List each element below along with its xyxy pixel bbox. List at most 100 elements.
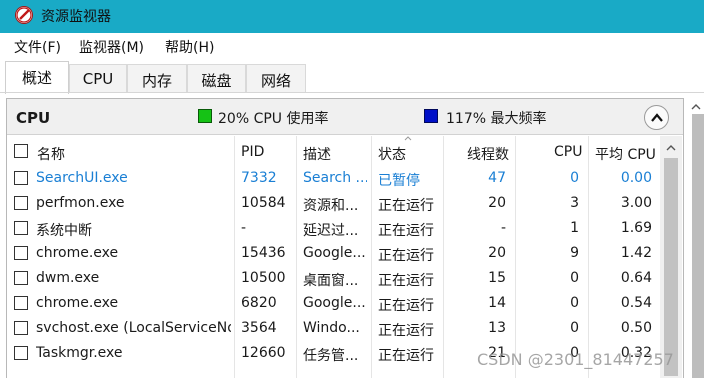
menu-help[interactable]: 帮助(H)	[165, 37, 214, 57]
table-scroll-thumb[interactable]	[664, 158, 678, 376]
column-status[interactable]: 状态	[378, 144, 406, 164]
row-checkbox[interactable]	[14, 246, 28, 260]
column-pid[interactable]: PID	[241, 144, 264, 160]
cpu-usage-text: 20% CPU 使用率	[218, 111, 329, 127]
row-checkbox[interactable]	[14, 271, 28, 285]
menu-bar: 文件(F) 监视器(M) 帮助(H)	[0, 33, 704, 60]
process-cpu: 3	[570, 195, 579, 211]
process-description: Google...	[303, 295, 366, 311]
process-pid: 7332	[241, 170, 277, 186]
process-description: 桌面窗...	[303, 273, 359, 289]
process-average-cpu: 1.42	[620, 245, 652, 261]
process-table: SearchUI.exe 7332 Search ... 已暂停 47 0 0.…	[7, 166, 659, 378]
process-cpu: 0	[570, 270, 579, 286]
table-row[interactable]: chrome.exe 6820 Google... 正在运行 14 0 0.54	[7, 291, 659, 316]
resource-monitor-icon	[15, 6, 33, 24]
process-name: chrome.exe	[36, 245, 119, 261]
scroll-up-arrow-icon	[691, 104, 701, 110]
max-frequency-legend-swatch	[424, 109, 438, 123]
tab-disk[interactable]: 磁盘	[187, 64, 246, 92]
scroll-up-arrow-icon	[666, 145, 676, 151]
tab-cpu-label: CPU	[82, 70, 114, 88]
process-average-cpu: 0.00	[620, 170, 652, 186]
process-pid: 15436	[241, 245, 286, 261]
window-scroll-thumb[interactable]	[692, 114, 704, 378]
table-row[interactable]: 系统中断 - 延迟过... 正在运行 - 1 1.69	[7, 216, 659, 241]
row-checkbox[interactable]	[14, 171, 28, 185]
process-pid: 6820	[241, 295, 277, 311]
process-average-cpu: 3.00	[620, 195, 652, 211]
collapse-button[interactable]	[644, 105, 669, 130]
window-title: 资源监视器	[41, 9, 111, 25]
title-bar: 资源监视器	[0, 0, 704, 33]
table-row[interactable]: dwm.exe 10500 桌面窗... 正在运行 15 0 0.64	[7, 266, 659, 291]
process-name: chrome.exe	[36, 295, 119, 311]
table-scrollbar[interactable]	[660, 136, 682, 378]
row-checkbox[interactable]	[14, 196, 28, 210]
column-threads[interactable]: 线程数	[467, 144, 509, 164]
column-cpu[interactable]: CPU	[554, 144, 582, 160]
watermark: CSDN @2301_81447257	[477, 350, 674, 369]
column-name[interactable]: 名称	[37, 144, 65, 164]
process-pid: 10584	[241, 195, 286, 211]
cpu-panel-header[interactable]: CPU 20% CPU 使用率 117% 最大频率	[7, 99, 683, 135]
max-frequency-text: 117% 最大频率	[446, 111, 547, 127]
menu-file[interactable]: 文件(F)	[14, 37, 61, 57]
row-checkbox[interactable]	[14, 296, 28, 310]
process-pid: 12660	[241, 345, 286, 361]
process-name: Taskmgr.exe	[36, 345, 123, 361]
process-threads: 20	[488, 195, 506, 211]
process-cpu: 1	[570, 220, 579, 236]
process-description: 资源和...	[303, 198, 359, 214]
process-average-cpu: 0.50	[620, 320, 652, 336]
cpu-panel: CPU 20% CPU 使用率 117% 最大频率 名称 PID 描述 状态 线…	[6, 98, 684, 378]
process-average-cpu: 0.64	[620, 270, 652, 286]
tab-strip: 概述 CPU 内存 磁盘 网络	[0, 60, 704, 94]
process-threads: 14	[488, 295, 506, 311]
tab-network-label: 网络	[260, 72, 291, 90]
table-row[interactable]: svchost.exe (LocalServiceNo... 3564 Wind…	[7, 316, 659, 341]
process-cpu: 0	[570, 170, 579, 186]
tab-overview-label: 概述	[21, 69, 52, 87]
process-threads: 47	[488, 170, 506, 186]
process-description: 任务管...	[303, 348, 359, 364]
table-row[interactable]: SearchUI.exe 7332 Search ... 已暂停 47 0 0.…	[7, 166, 659, 191]
process-threads: -	[500, 220, 506, 236]
process-description: Google...	[303, 245, 366, 261]
process-name: perfmon.exe	[36, 195, 125, 211]
process-threads: 13	[488, 320, 506, 336]
cpu-usage-legend-swatch	[198, 109, 212, 123]
process-pid: 3564	[241, 320, 277, 336]
column-description[interactable]: 描述	[303, 144, 331, 164]
process-cpu: 0	[570, 320, 579, 336]
process-average-cpu: 0.54	[620, 295, 652, 311]
window-scroll-up-button[interactable]	[688, 98, 704, 114]
table-row[interactable]: chrome.exe 15436 Google... 正在运行 20 9 1.4…	[7, 241, 659, 266]
process-status: 正在运行	[378, 248, 434, 264]
process-status: 正在运行	[378, 298, 434, 314]
table-scroll-up-button[interactable]	[660, 136, 682, 158]
tab-cpu[interactable]: CPU	[69, 64, 127, 92]
tab-network[interactable]: 网络	[246, 64, 306, 92]
menu-monitor[interactable]: 监视器(M)	[79, 37, 144, 57]
tab-divider	[0, 92, 704, 93]
select-all-checkbox[interactable]	[14, 144, 28, 158]
column-header-row: 名称 PID 描述 状态 线程数 CPU 平均 CPU	[7, 136, 659, 166]
process-pid: -	[241, 220, 247, 236]
tab-memory-label: 内存	[141, 72, 172, 90]
tab-memory[interactable]: 内存	[127, 64, 187, 92]
table-row[interactable]: perfmon.exe 10584 资源和... 正在运行 20 3 3.00	[7, 191, 659, 216]
row-checkbox[interactable]	[14, 346, 28, 360]
row-checkbox[interactable]	[14, 221, 28, 235]
sort-caret-icon	[404, 136, 412, 141]
process-threads: 20	[488, 245, 506, 261]
process-description: Windo...	[303, 320, 360, 336]
panel-title: CPU	[16, 109, 51, 127]
process-cpu: 9	[570, 245, 579, 261]
row-checkbox[interactable]	[14, 321, 28, 335]
process-status: 已暂停	[378, 173, 420, 189]
process-name: SearchUI.exe	[36, 170, 128, 186]
process-average-cpu: 1.69	[620, 220, 652, 236]
tab-overview[interactable]: 概述	[5, 61, 69, 94]
column-average-cpu[interactable]: 平均 CPU	[595, 144, 656, 164]
